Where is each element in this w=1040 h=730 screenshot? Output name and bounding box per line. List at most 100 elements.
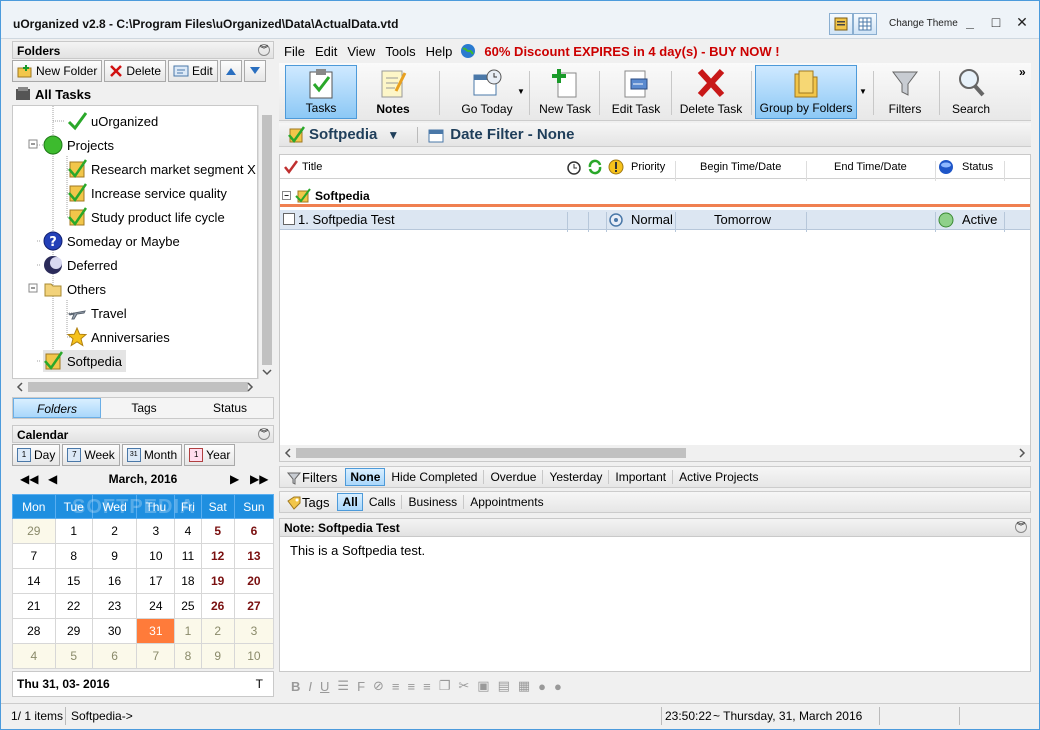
calendar-day[interactable]: 9 [200, 643, 235, 669]
note-text[interactable]: This is a Softpedia test. [280, 537, 1030, 564]
calendar-day[interactable]: 6 [233, 518, 275, 544]
open-icon[interactable]: ▤ [498, 678, 510, 694]
filter-none[interactable]: None [345, 468, 386, 486]
calendar-day[interactable]: 23 [91, 593, 138, 619]
column-begin[interactable]: Begin Time/Date [700, 161, 781, 173]
new-folder-button[interactable]: New Folder [12, 60, 103, 82]
tag-appointments[interactable]: Appointments [463, 495, 549, 509]
calendar-day[interactable]: 20 [233, 568, 275, 594]
calendar-day[interactable]: 25 [174, 593, 202, 619]
calendar-day[interactable]: 19 [200, 568, 235, 594]
minimize-icon[interactable]: _ [962, 15, 978, 31]
task-complete-checkbox[interactable] [283, 213, 295, 225]
calendar-day[interactable]: 10 [136, 543, 176, 569]
align-left-icon[interactable]: ≡ [392, 679, 400, 694]
tab-folders[interactable]: Folders [13, 398, 101, 418]
move-down-button[interactable] [243, 60, 266, 82]
scroll-down-icon[interactable] [259, 367, 275, 377]
calendar-day[interactable]: 5 [200, 518, 235, 544]
date-filter-label[interactable]: Date Filter - None [450, 126, 574, 143]
tree-hscroll-thumb[interactable] [28, 382, 248, 392]
tab-tags[interactable]: Tags [101, 398, 187, 418]
tree-item-softpedia[interactable]: Softpedia [43, 350, 126, 372]
calendar-day[interactable]: 24 [136, 593, 176, 619]
tree-horizontal-scrollbar[interactable] [12, 379, 274, 395]
notes-button[interactable]: Notes [359, 65, 427, 119]
tree-item-deferred[interactable]: Deferred [43, 254, 118, 276]
tasks-button[interactable]: Tasks [285, 65, 357, 119]
calendar-day[interactable]: 14 [12, 568, 56, 594]
calendar-day[interactable]: 28 [12, 618, 56, 644]
calendar-day[interactable]: 7 [12, 543, 56, 569]
menu-file[interactable]: File [279, 44, 310, 59]
scroll-right-icon[interactable] [244, 379, 256, 395]
calendar-day[interactable]: 29 [12, 518, 56, 544]
calendar-day[interactable]: 1 [54, 518, 93, 544]
tree-item-others[interactable]: Others [43, 278, 106, 300]
tree-item-someday[interactable]: ? Someday or Maybe [43, 230, 180, 252]
filter-yesterday[interactable]: Yesterday [542, 470, 608, 484]
menu-help[interactable]: Help [421, 44, 458, 59]
column-priority[interactable]: Priority [631, 161, 665, 173]
tree-item-research-market[interactable]: Research market segment X [67, 158, 256, 180]
calendar-day[interactable]: 15 [54, 568, 93, 594]
edit-folder-button[interactable]: Edit [168, 60, 218, 82]
tree-item-uorganized[interactable]: uOrganized [67, 110, 158, 132]
calendar-day[interactable]: 8 [174, 643, 202, 669]
tree-scroll-thumb[interactable] [262, 115, 272, 365]
calendar-day[interactable]: 27 [233, 593, 275, 619]
column-end[interactable]: End Time/Date [834, 161, 907, 173]
close-icon[interactable]: ✕ [1014, 15, 1030, 31]
calendar-day[interactable]: 12 [200, 543, 235, 569]
table-row[interactable]: 1. Softpedia Test Normal Tomorrow Active [280, 210, 1030, 232]
tag-business[interactable]: Business [401, 495, 463, 509]
link-icon[interactable]: ⊘ [373, 678, 384, 694]
tab-status[interactable]: Status [187, 398, 273, 418]
filter-important[interactable]: Important [608, 470, 672, 484]
undo-icon[interactable]: ● [538, 679, 546, 694]
edit-task-button[interactable]: Edit Task [605, 65, 667, 119]
scroll-left-icon[interactable] [14, 379, 26, 395]
calendar-day[interactable]: 4 [12, 643, 56, 669]
menu-view[interactable]: View [342, 44, 380, 59]
font-icon[interactable]: F [357, 679, 365, 694]
task-group-header[interactable]: − Softpedia [280, 187, 1030, 207]
calendar-day[interactable]: 6 [91, 643, 138, 669]
tree-item-projects[interactable]: Projects [43, 134, 114, 156]
group-by-folders-button[interactable]: Group by Folders [755, 65, 857, 119]
column-title[interactable]: Title [302, 161, 322, 173]
calendar-day[interactable]: 8 [54, 543, 93, 569]
tree-item-increase-service[interactable]: Increase service quality [67, 182, 227, 204]
calendar-day[interactable]: 29 [54, 618, 93, 644]
tree-vertical-scrollbar[interactable] [258, 105, 274, 379]
current-folder-label[interactable]: Softpedia [309, 126, 377, 143]
calendar-day[interactable]: 3 [233, 618, 275, 644]
group-collapse-icon[interactable]: − [282, 191, 291, 200]
selected-date-suffix[interactable]: T [256, 677, 263, 691]
filter-overdue[interactable]: Overdue [483, 470, 542, 484]
next-year-icon[interactable]: ▶▶ [250, 472, 268, 486]
tree-item-travel[interactable]: Travel [67, 302, 127, 324]
tree-item-anniversaries[interactable]: Anniversaries [67, 326, 170, 348]
italic-icon[interactable]: I [308, 679, 312, 694]
group-dropdown-icon[interactable]: ▼ [859, 87, 867, 96]
search-button[interactable]: Search [945, 65, 997, 119]
calendar-day[interactable]: 11 [174, 543, 202, 569]
new-task-button[interactable]: New Task [535, 65, 595, 119]
menu-edit[interactable]: Edit [310, 44, 342, 59]
calendar-day[interactable]: 9 [91, 543, 138, 569]
change-theme-button[interactable]: Change Theme [889, 18, 958, 29]
paste-icon[interactable]: ▣ [477, 678, 489, 694]
promo-link[interactable]: 60% Discount EXPIRES in 4 day(s) - BUY N… [479, 44, 784, 59]
calendar-day[interactable]: 4 [174, 518, 202, 544]
calendar-day[interactable]: 10 [233, 643, 275, 669]
delete-task-button[interactable]: Delete Task [675, 65, 747, 119]
folder-dropdown-icon[interactable]: ▼ [387, 128, 399, 142]
scroll-right-icon[interactable] [1016, 445, 1028, 461]
delete-folder-button[interactable]: Delete [104, 60, 167, 82]
align-right-icon[interactable]: ≡ [423, 679, 431, 694]
grid-view-button[interactable] [853, 13, 877, 35]
calendar-day[interactable]: 1 [174, 618, 202, 644]
year-view-button[interactable]: 1 Year [184, 444, 236, 466]
calendar-day[interactable]: 30 [91, 618, 138, 644]
